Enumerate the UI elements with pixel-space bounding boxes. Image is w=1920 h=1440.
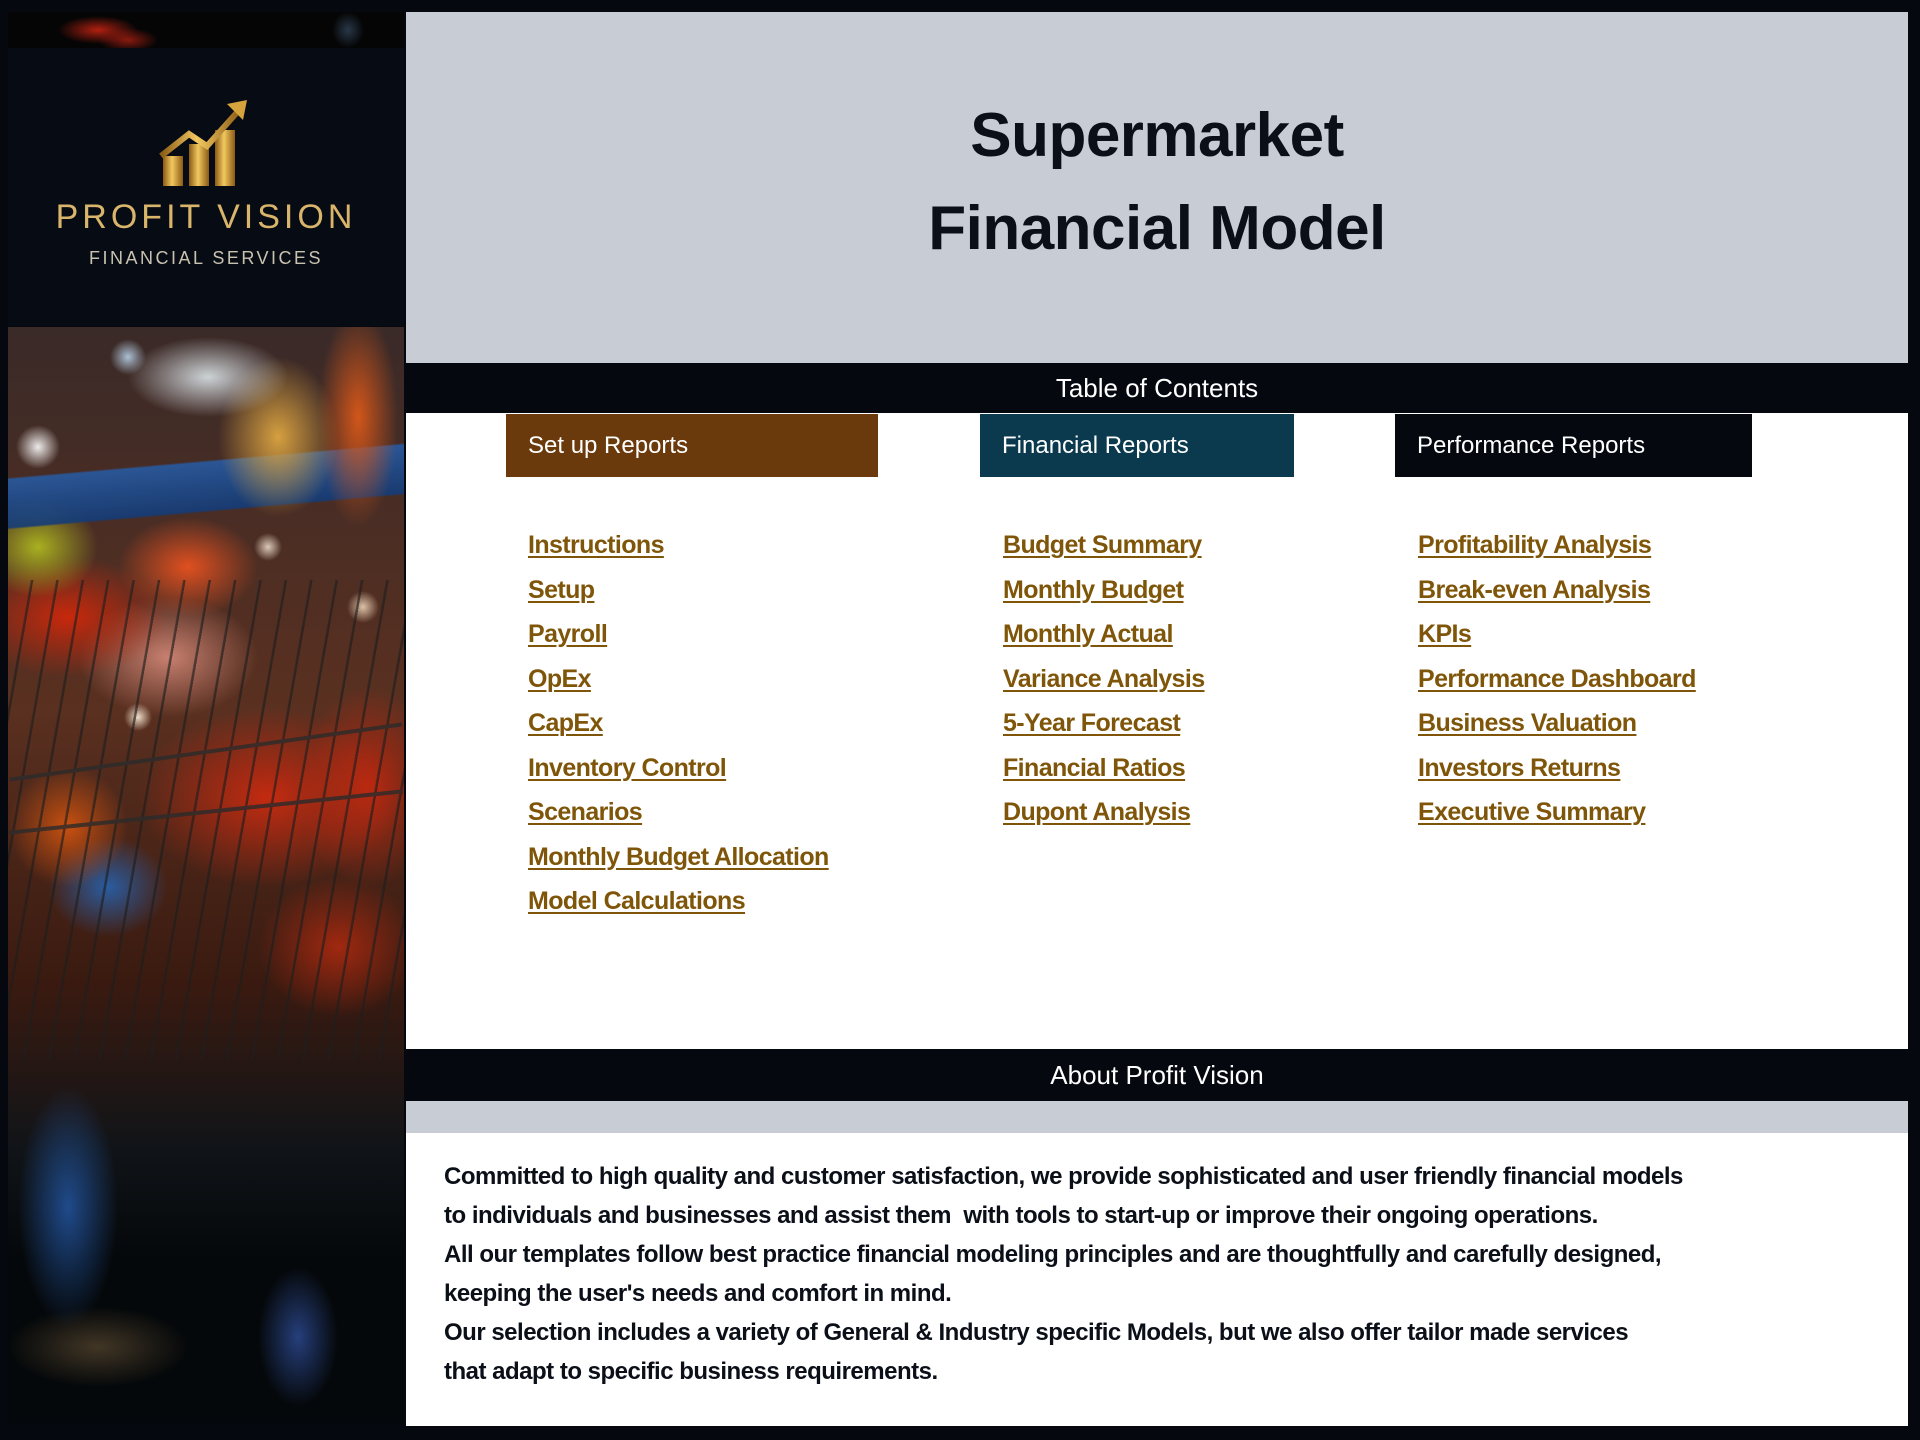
link-opex[interactable]: OpEx <box>528 665 592 693</box>
brand-tagline: FINANCIAL SERVICES <box>88 248 324 268</box>
link-5-year-forecast[interactable]: 5-Year Forecast <box>1003 709 1181 737</box>
decorative-photo-strip <box>8 12 404 48</box>
brand-name: PROFIT VISION <box>55 198 357 236</box>
rising-bar-chart-arrow-icon <box>159 100 247 186</box>
about-line: that adapt to specific business requirem… <box>444 1358 938 1385</box>
link-inventory-control[interactable]: Inventory Control <box>528 754 727 782</box>
link-investors-returns[interactable]: Investors Returns <box>1418 754 1621 782</box>
financial-reports-heading: Financial Reports <box>980 414 1294 477</box>
link-profitability-analysis[interactable]: Profitability Analysis <box>1418 531 1652 559</box>
about-line: keeping the user's needs and comfort in … <box>444 1280 952 1307</box>
about-line: All our templates follow best practice f… <box>444 1241 1662 1268</box>
link-capex[interactable]: CapEx <box>528 709 603 737</box>
link-monthly-budget[interactable]: Monthly Budget <box>1003 576 1184 604</box>
about-line: to individuals and businesses and assist… <box>444 1202 1598 1229</box>
toc-heading: Table of Contents <box>406 363 1908 413</box>
cart-rail <box>8 789 404 835</box>
setup-reports-links: Instructions Setup Payroll OpEx CapEx In… <box>528 531 829 932</box>
left-sidebar: PROFIT VISION FINANCIAL SERVICES <box>0 0 406 1440</box>
cart-rail <box>9 722 403 782</box>
about-line: Committed to high quality and customer s… <box>444 1163 1683 1190</box>
brand-logo-block: PROFIT VISION FINANCIAL SERVICES <box>8 48 404 326</box>
title-banner: Supermarket Financial Model <box>406 12 1908 363</box>
about-divider-strip <box>406 1101 1908 1133</box>
performance-reports-heading: Performance Reports <box>1395 414 1752 477</box>
link-performance-dashboard[interactable]: Performance Dashboard <box>1418 665 1696 693</box>
link-business-valuation[interactable]: Business Valuation <box>1418 709 1637 737</box>
about-line: Our selection includes a variety of Gene… <box>444 1319 1629 1346</box>
link-payroll[interactable]: Payroll <box>528 620 608 648</box>
link-scenarios[interactable]: Scenarios <box>528 798 643 826</box>
link-instructions[interactable]: Instructions <box>528 531 664 559</box>
link-monthly-budget-allocation[interactable]: Monthly Budget Allocation <box>528 843 829 871</box>
link-break-even-analysis[interactable]: Break-even Analysis <box>1418 576 1651 604</box>
link-budget-summary[interactable]: Budget Summary <box>1003 531 1202 559</box>
link-model-calculations[interactable]: Model Calculations <box>528 887 746 915</box>
performance-reports-links: Profitability Analysis Break-even Analys… <box>1418 531 1696 843</box>
table-of-contents: Set up Reports Financial Reports Perform… <box>406 413 1908 1049</box>
link-executive-summary[interactable]: Executive Summary <box>1418 798 1646 826</box>
link-kpis[interactable]: KPIs <box>1418 620 1472 648</box>
page-title-line-1: Supermarket <box>970 101 1344 170</box>
financial-reports-links: Budget Summary Monthly Budget Monthly Ac… <box>1003 531 1205 843</box>
shopping-cart-overlay <box>8 580 404 1060</box>
link-financial-ratios[interactable]: Financial Ratios <box>1003 754 1186 782</box>
about-paragraph: Committed to high quality and customer s… <box>444 1157 1683 1391</box>
link-variance-analysis[interactable]: Variance Analysis <box>1003 665 1205 693</box>
link-monthly-actual[interactable]: Monthly Actual <box>1003 620 1173 648</box>
link-setup[interactable]: Setup <box>528 576 595 604</box>
about-section: Committed to high quality and customer s… <box>406 1133 1908 1426</box>
setup-reports-heading: Set up Reports <box>506 414 878 477</box>
about-heading: About Profit Vision <box>406 1049 1908 1101</box>
link-dupont-analysis[interactable]: Dupont Analysis <box>1003 798 1191 826</box>
page-title-line-2: Financial Model <box>928 194 1386 263</box>
